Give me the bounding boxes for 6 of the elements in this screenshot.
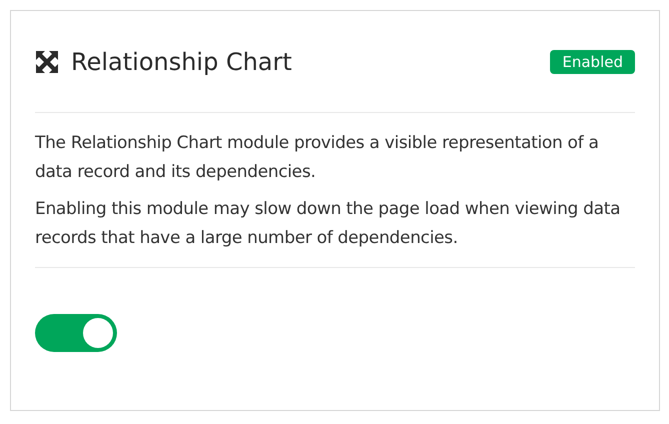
expand-arrows-icon: [35, 50, 59, 74]
module-title: Relationship Chart: [71, 48, 292, 76]
description-text: Enabling this module may slow down the page load when viewing data records that have a large number of dependencies.: [35, 198, 622, 250]
description-text: The Relationship Chart module provides a visible representation of a data record and its dependencies.: [35, 132, 600, 184]
module-toggle[interactable]: [35, 314, 117, 352]
status-badge: Enabled: [550, 50, 635, 74]
